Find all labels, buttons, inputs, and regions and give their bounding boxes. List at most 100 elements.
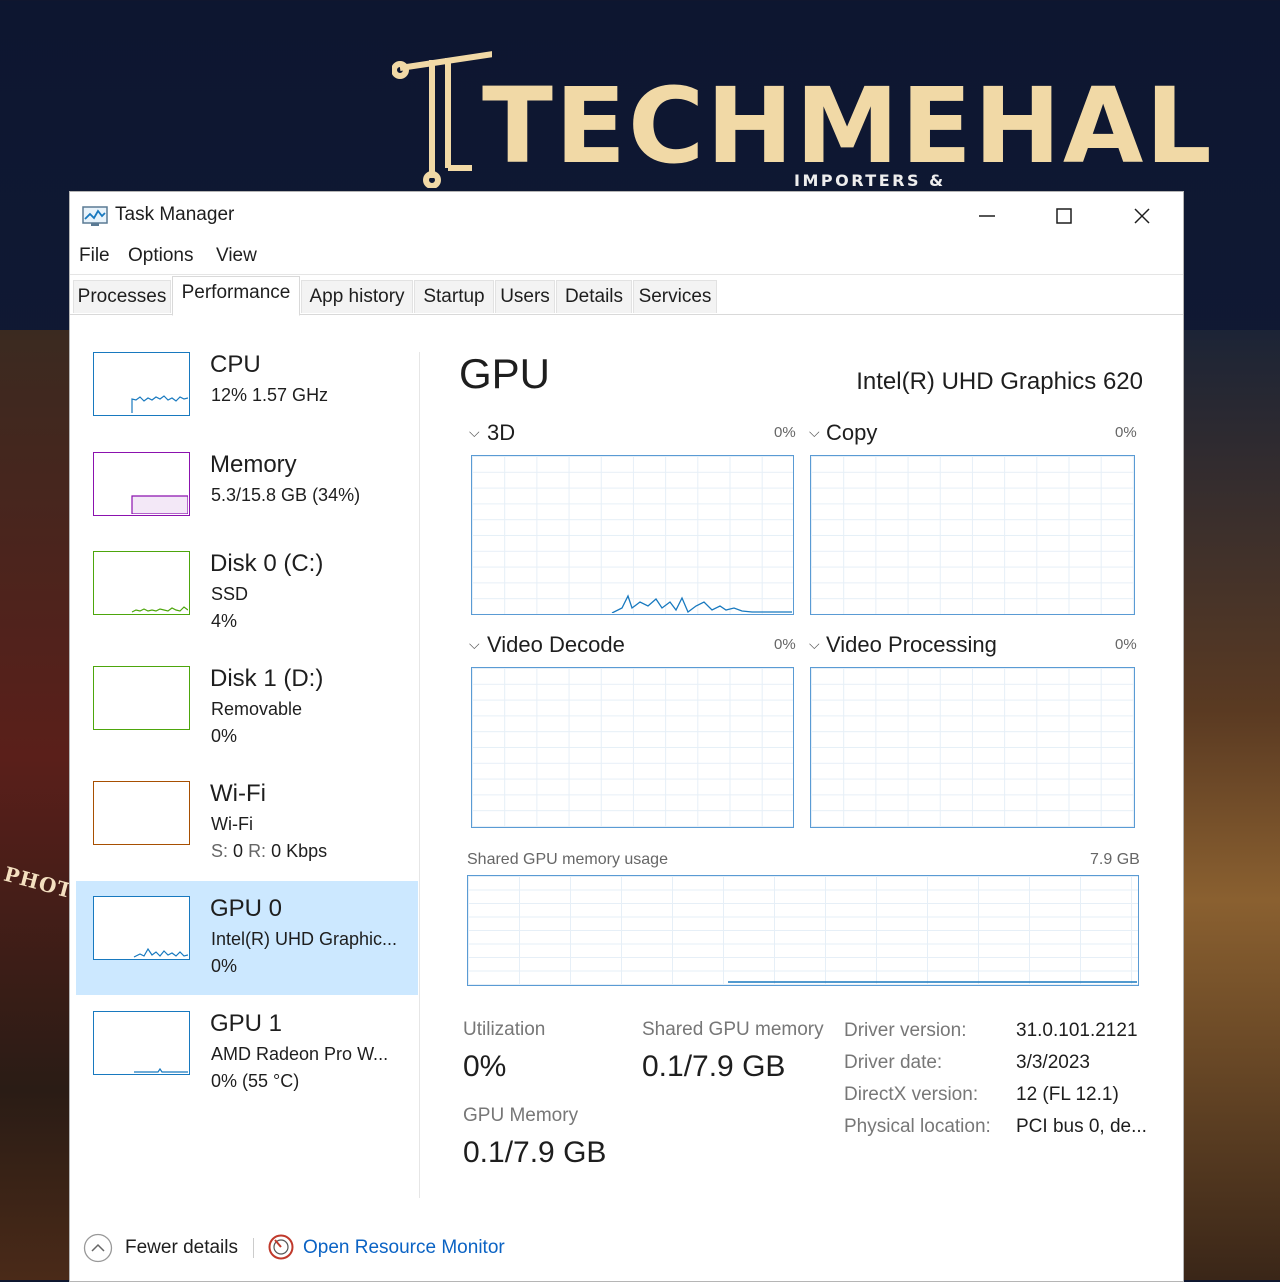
menu-bar: File Options View (70, 240, 1183, 275)
gpu-memory-value: 0.1/7.9 GB (463, 1136, 607, 1169)
engine-video-processing-label[interactable]: Video Processing (826, 632, 997, 658)
gpu0-name: GPU 0 (210, 895, 283, 922)
engine-3d-line (611, 594, 792, 613)
shared-memory-graph-max: 7.9 GB (1090, 851, 1140, 868)
wifi-adapter: Wi-Fi (211, 814, 253, 834)
chevron-down-icon[interactable]: ⌵ (809, 636, 820, 653)
gpu0-thumbnail-graph (93, 896, 190, 960)
gpu0-sparkline (133, 947, 189, 958)
tab-startup[interactable]: Startup (414, 280, 494, 313)
disk0-type: SSD (211, 584, 249, 604)
tab-details[interactable]: Details (556, 280, 632, 313)
engine-3d-label[interactable]: 3D (487, 420, 515, 446)
engine-video-decode-percent: 0% (774, 636, 796, 653)
shared-memory-value: 0.1/7.9 GB (642, 1050, 786, 1083)
memory-thumbnail-graph (93, 452, 190, 516)
menu-options[interactable]: Options (128, 245, 193, 267)
wifi-send-label: S: (211, 841, 229, 861)
engine-video-processing-graph (810, 667, 1135, 828)
engine-copy-label[interactable]: Copy (826, 420, 877, 446)
shared-memory-graph (467, 875, 1139, 986)
gpu1-thumbnail-graph (93, 1011, 190, 1075)
disk0-sparkline (131, 606, 189, 613)
driver-version-label: Driver version: (844, 1020, 967, 1041)
gpu1-name: GPU 1 (210, 1010, 283, 1037)
sidebar-item-gpu0[interactable]: GPU 0 Intel(R) UHD Graphic... 0% (76, 881, 418, 995)
maximize-icon (1056, 208, 1072, 224)
sidebar-item-disk0[interactable]: Disk 0 (C:) SSD 4% (76, 536, 418, 650)
fewer-details-button[interactable]: Fewer details (125, 1237, 238, 1259)
task-manager-icon (82, 206, 108, 226)
task-manager-window: Task Manager File Options View Processes… (69, 191, 1184, 1282)
chevron-down-icon[interactable]: ⌵ (809, 424, 820, 441)
utilization-label: Utilization (463, 1019, 546, 1040)
page-title: GPU (459, 350, 551, 397)
driver-date-value: 3/3/2023 (1016, 1052, 1090, 1073)
engine-3d-graph (471, 455, 794, 615)
engine-copy-percent: 0% (1115, 424, 1137, 441)
disk0-name: Disk 0 (C:) (210, 550, 324, 577)
cpu-name: CPU (210, 351, 261, 378)
wifi-name: Wi-Fi (210, 780, 266, 807)
engine-video-decode-graph (471, 667, 794, 828)
tab-services[interactable]: Services (633, 280, 717, 313)
sidebar-item-cpu[interactable]: CPU 12% 1.57 GHz (76, 337, 418, 451)
engine-video-processing-percent: 0% (1115, 636, 1137, 653)
tab-users[interactable]: Users (495, 280, 555, 313)
gpu1-model: AMD Radeon Pro W... (211, 1044, 389, 1064)
menu-view[interactable]: View (216, 245, 257, 267)
close-button[interactable] (1120, 198, 1164, 234)
sidebar-item-wifi[interactable]: Wi-Fi Wi-Fi S: 0 R: 0 Kbps (76, 766, 418, 880)
sidebar-item-memory[interactable]: Memory 5.3/15.8 GB (34%) (76, 437, 418, 551)
footer-separator (253, 1238, 254, 1258)
sidebar-item-disk1[interactable]: Disk 1 (D:) Removable 0% (76, 651, 418, 765)
gpu1-sparkline (134, 1067, 188, 1073)
engine-3d-percent: 0% (774, 424, 796, 441)
wifi-send-value: 0 (233, 841, 244, 861)
footer: Fewer details Open Resource Monitor (70, 1222, 1183, 1272)
shared-memory-label: Shared GPU memory (642, 1019, 824, 1040)
cpu-thumbnail-graph (93, 352, 190, 416)
disk0-thumbnail-graph (93, 551, 190, 615)
wifi-receive-label: R: (248, 841, 267, 861)
cpu-sparkline (131, 395, 189, 413)
utilization-value: 0% (463, 1050, 507, 1083)
gpu0-usage: 0% (211, 956, 238, 976)
chevron-down-icon[interactable]: ⌵ (469, 424, 480, 441)
physical-location-label: Physical location: (844, 1116, 991, 1137)
tab-app-history[interactable]: App history (301, 280, 413, 313)
tab-performance[interactable]: Performance (172, 276, 300, 316)
wifi-thumbnail-graph (93, 781, 190, 845)
chevron-down-icon[interactable]: ⌵ (469, 636, 480, 653)
chevron-up-circle-icon[interactable] (83, 1233, 113, 1263)
memory-sparkline (131, 495, 189, 515)
disk1-type: Removable (211, 699, 303, 719)
sidebar-item-gpu1[interactable]: GPU 1 AMD Radeon Pro W... 0% (55 °C) (76, 996, 418, 1110)
title-bar[interactable]: Task Manager (70, 192, 1183, 240)
minimize-button[interactable] (965, 198, 1009, 234)
menu-file[interactable]: File (79, 245, 110, 267)
engine-video-decode-label[interactable]: Video Decode (487, 632, 625, 658)
physical-location-value: PCI bus 0, de... (1016, 1116, 1147, 1137)
background-right-photo (1182, 330, 1280, 1280)
gpu-memory-label: GPU Memory (463, 1105, 579, 1126)
memory-usage: 5.3/15.8 GB (34%) (211, 485, 361, 505)
circuit-t-icon (392, 51, 492, 188)
disk1-name: Disk 1 (D:) (210, 665, 324, 692)
tab-processes[interactable]: Processes (73, 280, 171, 313)
driver-date-label: Driver date: (844, 1052, 943, 1073)
gpu1-usage: 0% (55 °C) (211, 1071, 300, 1091)
resource-monitor-icon[interactable] (268, 1234, 294, 1260)
disk0-usage: 4% (211, 611, 238, 631)
shared-memory-graph-label: Shared GPU memory usage (467, 851, 668, 868)
minimize-icon (979, 215, 995, 217)
panel-divider (419, 352, 420, 1198)
disk1-usage: 0% (211, 726, 238, 746)
disk1-thumbnail-graph (93, 666, 190, 730)
wifi-throughput: S: 0 R: 0 Kbps (211, 841, 327, 862)
maximize-button[interactable] (1042, 198, 1086, 234)
shared-memory-line (728, 981, 1137, 983)
logo-wordmark: TECHMEHAL (482, 65, 1214, 187)
open-resource-monitor-link[interactable]: Open Resource Monitor (303, 1237, 505, 1259)
gpu0-model: Intel(R) UHD Graphic... (211, 929, 398, 949)
